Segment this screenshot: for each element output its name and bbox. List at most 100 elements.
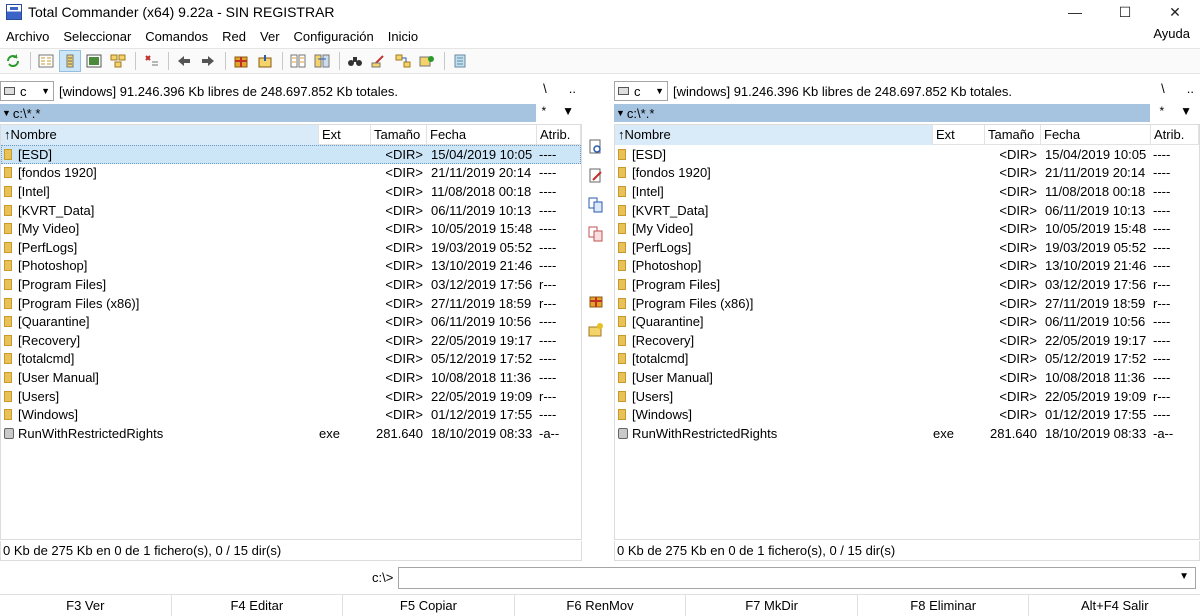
folder-row[interactable]: [totalcmd] <DIR> 05/12/2019 17:52 ---- xyxy=(615,350,1199,369)
folder-row[interactable]: [Intel] <DIR> 11/08/2018 00:18 ---- xyxy=(1,182,581,201)
folder-row[interactable]: [Windows] <DIR> 01/12/2019 17:55 ---- xyxy=(1,405,581,424)
left-filter-button[interactable]: * xyxy=(541,104,546,118)
pack-files-icon[interactable] xyxy=(585,290,607,312)
menu-configuracion[interactable]: Configuración xyxy=(290,29,378,44)
folder-row[interactable]: [ESD] <DIR> 15/04/2019 10:05 ---- xyxy=(1,145,581,164)
folder-icon xyxy=(4,167,12,179)
folder-row[interactable]: [KVRT_Data] <DIR> 06/11/2019 10:13 ---- xyxy=(615,201,1199,220)
invert-selection-icon[interactable] xyxy=(140,50,162,72)
rename-icon[interactable] xyxy=(368,50,390,72)
f7-mkdir-button[interactable]: F7 MkDir xyxy=(686,595,858,616)
folder-row[interactable]: [User Manual] <DIR> 10/08/2018 11:36 ---- xyxy=(1,368,581,387)
right-filter-button[interactable]: * xyxy=(1159,104,1164,118)
chevron-down-icon[interactable]: ▼ xyxy=(1179,571,1189,582)
f4-edit-button[interactable]: F4 Editar xyxy=(172,595,344,616)
folder-row[interactable]: [Windows] <DIR> 01/12/2019 17:55 ---- xyxy=(615,405,1199,424)
menu-inicio[interactable]: Inicio xyxy=(384,29,422,44)
full-view-icon[interactable] xyxy=(59,50,81,72)
column-date[interactable]: Fecha xyxy=(1041,125,1151,145)
move-icon[interactable] xyxy=(585,223,607,245)
folder-row[interactable]: [PerfLogs] <DIR> 19/03/2019 05:52 ---- xyxy=(1,238,581,257)
menu-ver[interactable]: Ver xyxy=(256,29,284,44)
folder-row[interactable]: [My Video] <DIR> 10/05/2019 15:48 ---- xyxy=(1,219,581,238)
close-button[interactable]: ✕ xyxy=(1150,0,1200,24)
sync-dirs-icon[interactable] xyxy=(392,50,414,72)
f6-renmov-button[interactable]: F6 RenMov xyxy=(515,595,687,616)
folder-row[interactable]: [My Video] <DIR> 10/05/2019 15:48 ---- xyxy=(615,219,1199,238)
menu-red[interactable]: Red xyxy=(218,29,250,44)
minimize-button[interactable]: — xyxy=(1050,0,1100,24)
folder-row[interactable]: [Users] <DIR> 22/05/2019 19:09 r--- xyxy=(1,387,581,406)
folder-row[interactable]: [Quarantine] <DIR> 06/11/2019 10:56 ---- xyxy=(615,312,1199,331)
f5-copy-button[interactable]: F5 Copiar xyxy=(343,595,515,616)
folder-row[interactable]: [Program Files (x86)] <DIR> 27/11/2019 18:… xyxy=(615,294,1199,313)
find-icon[interactable] xyxy=(344,50,366,72)
notepad-icon[interactable] xyxy=(449,50,471,72)
column-size[interactable]: Tamaño xyxy=(985,125,1041,145)
altf4-exit-button[interactable]: Alt+F4 Salir xyxy=(1029,595,1200,616)
ftp-icon[interactable] xyxy=(416,50,438,72)
thumbnails-icon[interactable] xyxy=(83,50,105,72)
compare-files-icon[interactable] xyxy=(287,50,309,72)
left-file-list[interactable]: ↑Nombre Ext Tamaño Fecha Atrib. [ESD] <DI… xyxy=(0,124,582,540)
folder-row[interactable]: [Recovery] <DIR> 22/05/2019 19:17 ---- xyxy=(1,331,581,350)
right-drive-select[interactable]: c ▼ xyxy=(614,81,668,101)
edit-file-icon[interactable] xyxy=(585,165,607,187)
column-ext[interactable]: Ext xyxy=(319,125,371,145)
forward-icon[interactable] xyxy=(197,50,219,72)
right-path[interactable]: ▼ c:\*.* xyxy=(614,104,1150,122)
brief-view-icon[interactable] xyxy=(35,50,57,72)
unpack-icon[interactable] xyxy=(254,50,276,72)
pack-icon[interactable] xyxy=(230,50,252,72)
file-row[interactable]: RunWithRestrictedRights exe 281.640 18/10/2… xyxy=(615,424,1199,443)
folder-row[interactable]: [Users] <DIR> 22/05/2019 19:09 r--- xyxy=(615,387,1199,406)
folder-row[interactable]: [ESD] <DIR> 15/04/2019 10:05 ---- xyxy=(615,145,1199,164)
folder-row[interactable]: [PerfLogs] <DIR> 19/03/2019 05:52 ---- xyxy=(615,238,1199,257)
f3-view-button[interactable]: F3 Ver xyxy=(0,595,172,616)
f8-delete-button[interactable]: F8 Eliminar xyxy=(858,595,1030,616)
folder-row[interactable]: [Program Files] <DIR> 03/12/2019 17:56 r--- xyxy=(1,275,581,294)
folder-row[interactable]: [fondos 1920] <DIR> 21/11/2019 20:14 ---- xyxy=(615,164,1199,183)
column-attr[interactable]: Atrib. xyxy=(1151,125,1199,145)
back-icon[interactable] xyxy=(173,50,195,72)
column-attr[interactable]: Atrib. xyxy=(537,125,581,145)
right-up-button[interactable]: .. xyxy=(1187,81,1194,96)
maximize-button[interactable]: ☐ xyxy=(1100,0,1150,24)
left-root-button[interactable]: \ xyxy=(543,81,547,96)
tree-view-icon[interactable] xyxy=(107,50,129,72)
command-input[interactable]: ▼ xyxy=(398,567,1196,589)
column-size[interactable]: Tamaño xyxy=(371,125,427,145)
folder-row[interactable]: [Program Files (x86)] <DIR> 27/11/2019 18:… xyxy=(1,294,581,313)
copy-icon[interactable] xyxy=(585,194,607,216)
new-folder-icon[interactable] xyxy=(585,319,607,341)
folder-row[interactable]: [Recovery] <DIR> 22/05/2019 19:17 ---- xyxy=(615,331,1199,350)
compare-dirs-icon[interactable] xyxy=(311,50,333,72)
file-row[interactable]: RunWithRestrictedRights exe 281.640 18/10/2… xyxy=(1,424,581,443)
folder-row[interactable]: [User Manual] <DIR> 10/08/2018 11:36 ---- xyxy=(615,368,1199,387)
left-path[interactable]: ▼ c:\*.* xyxy=(0,104,536,122)
left-up-button[interactable]: .. xyxy=(569,81,576,96)
chevron-down-icon[interactable]: ▼ xyxy=(1180,104,1192,118)
folder-row[interactable]: [Program Files] <DIR> 03/12/2019 17:56 r--- xyxy=(615,275,1199,294)
menu-archivo[interactable]: Archivo xyxy=(2,29,53,44)
view-file-icon[interactable] xyxy=(585,136,607,158)
left-drive-select[interactable]: c ▼ xyxy=(0,81,54,101)
folder-row[interactable]: [totalcmd] <DIR> 05/12/2019 17:52 ---- xyxy=(1,350,581,369)
column-date[interactable]: Fecha xyxy=(427,125,537,145)
folder-row[interactable]: [Quarantine] <DIR> 06/11/2019 10:56 ---- xyxy=(1,312,581,331)
refresh-icon[interactable] xyxy=(2,50,24,72)
folder-row[interactable]: [KVRT_Data] <DIR> 06/11/2019 10:13 ---- xyxy=(1,201,581,220)
right-file-list[interactable]: ↑Nombre Ext Tamaño Fecha Atrib. [ESD] <DI… xyxy=(614,124,1200,540)
chevron-down-icon[interactable]: ▼ xyxy=(562,104,574,118)
column-ext[interactable]: Ext xyxy=(933,125,985,145)
folder-row[interactable]: [Intel] <DIR> 11/08/2018 00:18 ---- xyxy=(615,182,1199,201)
menu-ayuda[interactable]: Ayuda xyxy=(1153,26,1190,41)
folder-row[interactable]: [fondos 1920] <DIR> 21/11/2019 20:14 ---- xyxy=(1,164,581,183)
folder-row[interactable]: [Photoshop] <DIR> 13/10/2019 21:46 ---- xyxy=(615,257,1199,276)
column-name[interactable]: ↑Nombre xyxy=(615,125,933,145)
folder-row[interactable]: [Photoshop] <DIR> 13/10/2019 21:46 ---- xyxy=(1,257,581,276)
column-name[interactable]: ↑Nombre xyxy=(1,125,319,145)
menu-seleccionar[interactable]: Seleccionar xyxy=(59,29,135,44)
right-root-button[interactable]: \ xyxy=(1161,81,1165,96)
menu-comandos[interactable]: Comandos xyxy=(141,29,212,44)
